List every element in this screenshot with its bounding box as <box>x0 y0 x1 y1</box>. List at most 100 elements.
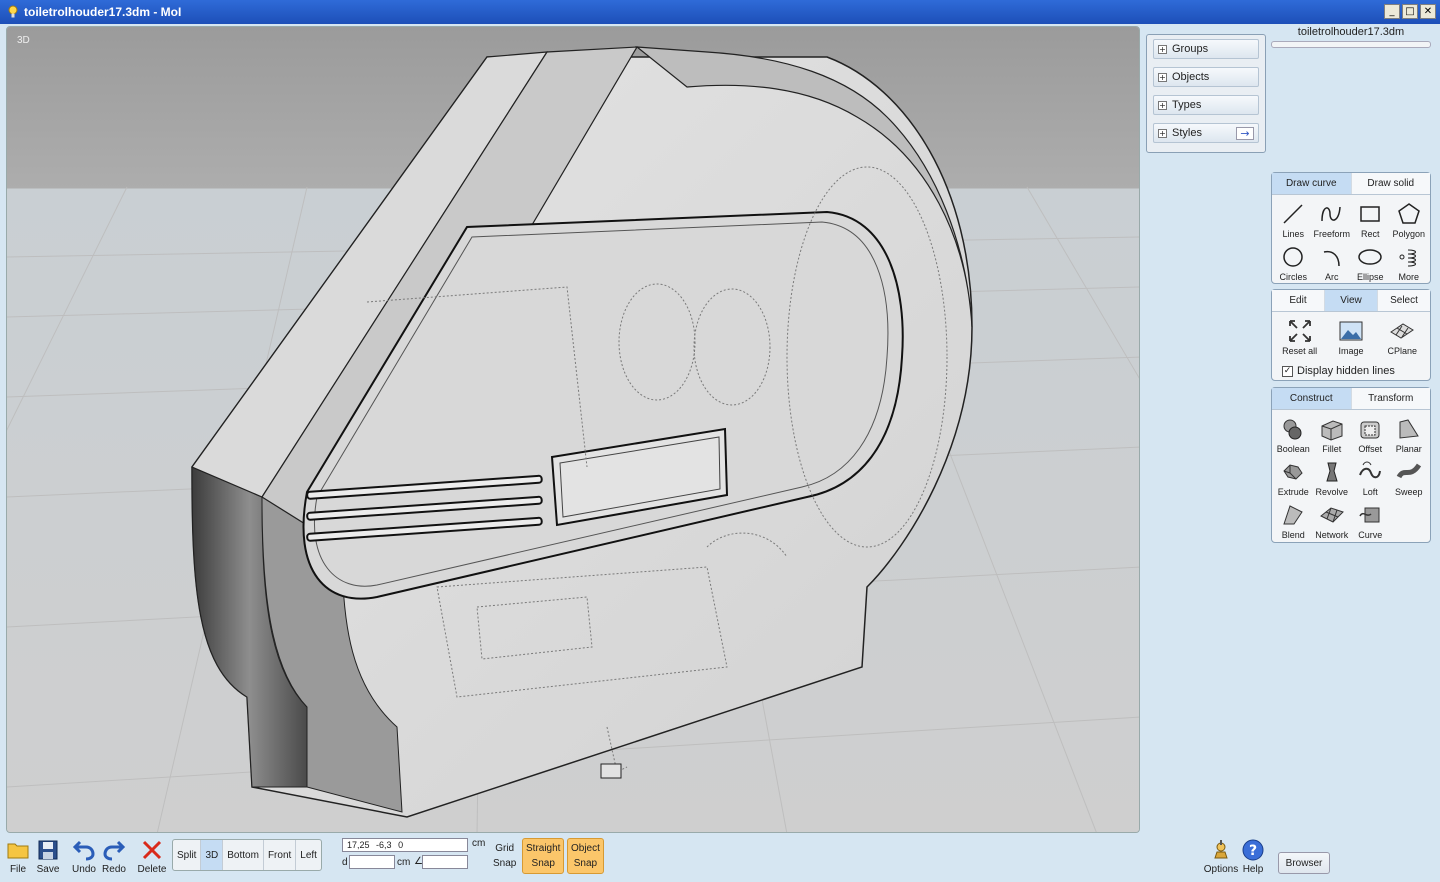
scene-item-styles[interactable]: + Styles → <box>1153 123 1259 143</box>
file-label: File <box>9 864 27 875</box>
tab-construct[interactable]: Construct <box>1272 388 1352 409</box>
tool-label: Ellipse <box>1356 272 1384 282</box>
moi-app-icon <box>8 5 18 18</box>
save-label: Save <box>36 864 60 875</box>
redo-label: Redo <box>102 864 126 875</box>
polygon-tool[interactable]: Polygon <box>1390 199 1429 242</box>
tool-label: Image <box>1338 346 1364 356</box>
help-button[interactable]: ? Help <box>1235 838 1271 875</box>
angle-field[interactable] <box>422 855 468 869</box>
scene-item-groups[interactable]: + Groups <box>1153 39 1259 59</box>
coordinate-readout[interactable]: 17,25 -6,3 0 <box>342 838 468 852</box>
tool-label: Network <box>1315 530 1349 540</box>
viewport-scene <box>7 27 1139 832</box>
tool-label: Freeform <box>1313 229 1350 239</box>
distance-unit: cm <box>397 857 411 868</box>
tab-draw-solid[interactable]: Draw solid <box>1351 173 1430 194</box>
scene-item-objects[interactable]: + Objects <box>1153 67 1259 87</box>
plus-icon[interactable]: + <box>1158 72 1167 82</box>
reset-all-tool[interactable]: Reset all <box>1274 316 1325 359</box>
options-label: Options <box>1203 864 1239 875</box>
ellipse-icon <box>1358 249 1382 265</box>
loft-tool[interactable]: Loft <box>1351 457 1390 500</box>
fillet-icon <box>1321 420 1343 441</box>
planar-tool[interactable]: Planar <box>1390 414 1429 457</box>
revolve-tool[interactable]: Revolve <box>1313 457 1352 500</box>
fillet-tool[interactable]: Fillet <box>1313 414 1352 457</box>
ellipse-tool[interactable]: Ellipse <box>1351 242 1390 285</box>
view-palette: Edit View Select Reset all Image CPlane … <box>1271 289 1431 381</box>
view-left-button[interactable]: Left <box>296 840 321 870</box>
distance-label: d <box>342 857 348 868</box>
delete-icon <box>142 840 162 860</box>
rect-tool[interactable]: Rect <box>1351 199 1390 242</box>
display-hidden-lines-checkbox[interactable]: ✓ <box>1282 365 1293 377</box>
grid-snap-button[interactable]: Grid Snap <box>490 838 519 874</box>
view-split-button[interactable]: Split <box>173 840 202 870</box>
window-title: toiletrolhouder17.3dm - MoI <box>24 5 182 19</box>
tab-view[interactable]: View <box>1325 290 1378 311</box>
image-tool[interactable]: Image <box>1325 316 1376 359</box>
tool-label: Lines <box>1282 229 1304 239</box>
freeform-tool[interactable]: Freeform <box>1313 199 1352 242</box>
tool-label: Arc <box>1325 272 1339 282</box>
offset-icon <box>1360 421 1380 439</box>
tab-draw-curve[interactable]: Draw curve <box>1272 173 1352 194</box>
circles-tool[interactable]: Circles <box>1274 242 1313 285</box>
sweep-tool[interactable]: Sweep <box>1390 457 1429 500</box>
cplane-tool[interactable]: CPlane <box>1377 316 1428 359</box>
planar-icon <box>1399 419 1419 439</box>
offset-tool[interactable]: Offset <box>1351 414 1390 457</box>
straight-snap-button[interactable]: Straight Snap <box>522 838 565 874</box>
redo-button[interactable]: Redo <box>96 838 132 875</box>
plus-icon[interactable]: + <box>1158 128 1167 138</box>
scene-item-types[interactable]: + Types <box>1153 95 1259 115</box>
plus-icon[interactable]: + <box>1158 100 1167 110</box>
tool-label: CPlane <box>1387 346 1418 356</box>
reset-all-icon <box>1288 320 1311 342</box>
view-front-button[interactable]: Front <box>264 840 297 870</box>
save-icon <box>38 840 58 860</box>
object-snap-button[interactable]: Object Snap <box>567 838 604 874</box>
lines-tool[interactable]: Lines <box>1274 199 1313 242</box>
tool-label: More <box>1398 272 1419 282</box>
arc-tool[interactable]: Arc <box>1313 242 1352 285</box>
save-button[interactable]: Save <box>30 838 66 875</box>
bottom-toolbar: File Save Undo Redo Delete Split 3D Bott… <box>0 835 1440 882</box>
distance-field[interactable] <box>349 855 395 869</box>
blend-tool[interactable]: Blend <box>1274 500 1313 543</box>
help-label: Help <box>1242 864 1264 875</box>
help-icon: ? <box>1242 839 1264 861</box>
network-tool[interactable]: Network <box>1313 500 1352 543</box>
minimize-button[interactable]: _ <box>1384 4 1400 19</box>
tab-edit[interactable]: Edit <box>1272 290 1325 311</box>
options-icon <box>1214 840 1228 859</box>
maximize-button[interactable]: □ <box>1402 4 1418 19</box>
more-icon <box>1399 249 1416 267</box>
extrude-tool[interactable]: Extrude <box>1274 457 1313 500</box>
tab-transform[interactable]: Transform <box>1351 388 1430 409</box>
curve-tool[interactable]: Curve <box>1351 500 1390 543</box>
tab-select[interactable]: Select <box>1378 290 1430 311</box>
delete-label: Delete <box>137 864 167 875</box>
delete-button[interactable]: Delete <box>134 838 170 875</box>
browser-button[interactable]: Browser <box>1278 852 1330 874</box>
boolean-icon <box>1283 419 1302 440</box>
scene-item-label: Styles <box>1172 127 1202 139</box>
more-tool[interactable]: More <box>1390 242 1429 285</box>
boolean-tool[interactable]: Boolean <box>1274 414 1313 457</box>
view-bottom-button[interactable]: Bottom <box>223 840 264 870</box>
view-3d-button[interactable]: 3D <box>201 840 224 870</box>
tool-label: Fillet <box>1322 444 1342 454</box>
plus-icon[interactable]: + <box>1158 44 1167 54</box>
close-button[interactable]: ✕ <box>1420 4 1436 19</box>
3d-viewport[interactable]: 3D <box>6 26 1140 833</box>
lines-icon <box>1283 204 1303 224</box>
cplane-icon <box>1390 323 1415 339</box>
scene-item-label: Objects <box>1172 71 1210 83</box>
arrow-right-icon[interactable]: → <box>1236 127 1254 140</box>
redo-icon <box>103 840 126 861</box>
display-hidden-lines-option[interactable]: ✓ Display hidden lines <box>1272 363 1430 383</box>
construct-palette: Construct Transform Boolean Fillet Offse… <box>1271 387 1431 543</box>
snap-label: Grid <box>495 843 515 854</box>
